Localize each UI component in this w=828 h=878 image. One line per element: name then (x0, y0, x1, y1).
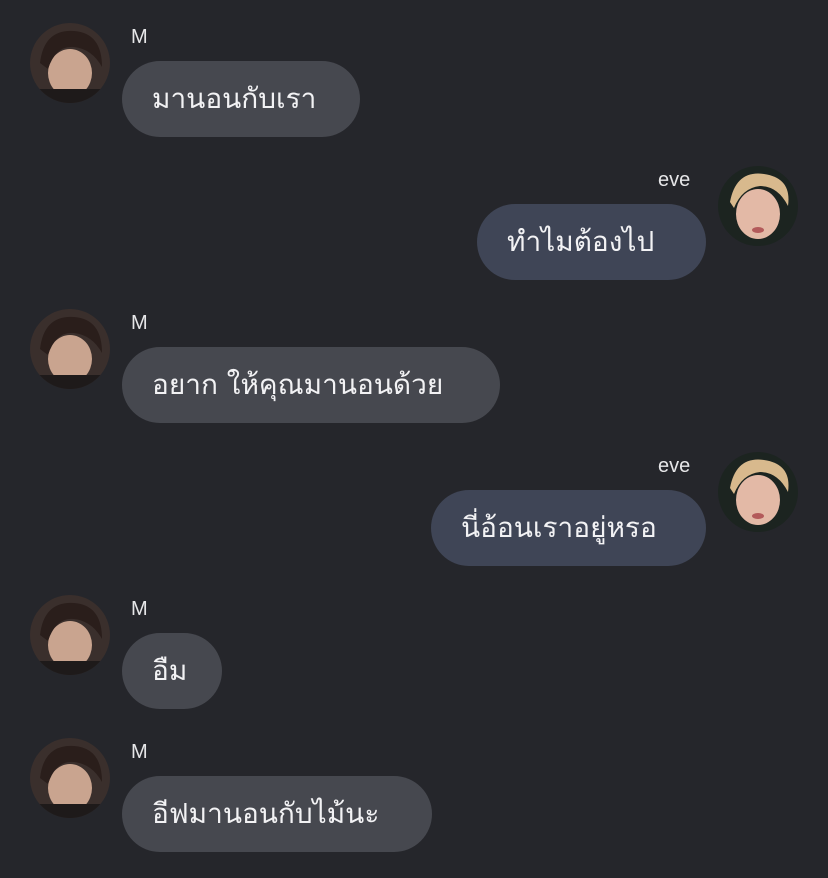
message-bubble[interactable]: อยาก ให้คุณมานอนด้วย (122, 347, 500, 423)
sender-name: eve (658, 455, 691, 477)
sender-name: M (131, 741, 148, 763)
avatar-m[interactable] (30, 595, 110, 675)
message-bubble[interactable]: อืม (122, 633, 222, 709)
sender-name: M (131, 598, 148, 620)
message-bubble[interactable]: ทำไมต้องไป (477, 204, 706, 280)
sender-name: M (131, 26, 148, 48)
sender-name: eve (658, 169, 691, 191)
message-bubble[interactable]: อีฟมานอนกับไม้นะ (122, 776, 432, 852)
avatar-m[interactable] (30, 738, 110, 818)
message-bubble[interactable]: นี่อ้อนเราอยู่หรอ (431, 490, 706, 566)
avatar-m[interactable] (30, 23, 110, 103)
sender-name: M (131, 312, 148, 334)
avatar-eve[interactable] (718, 166, 798, 246)
avatar-eve[interactable] (718, 452, 798, 532)
message-bubble[interactable]: มานอนกับเรา (122, 61, 360, 137)
avatar-m[interactable] (30, 309, 110, 389)
